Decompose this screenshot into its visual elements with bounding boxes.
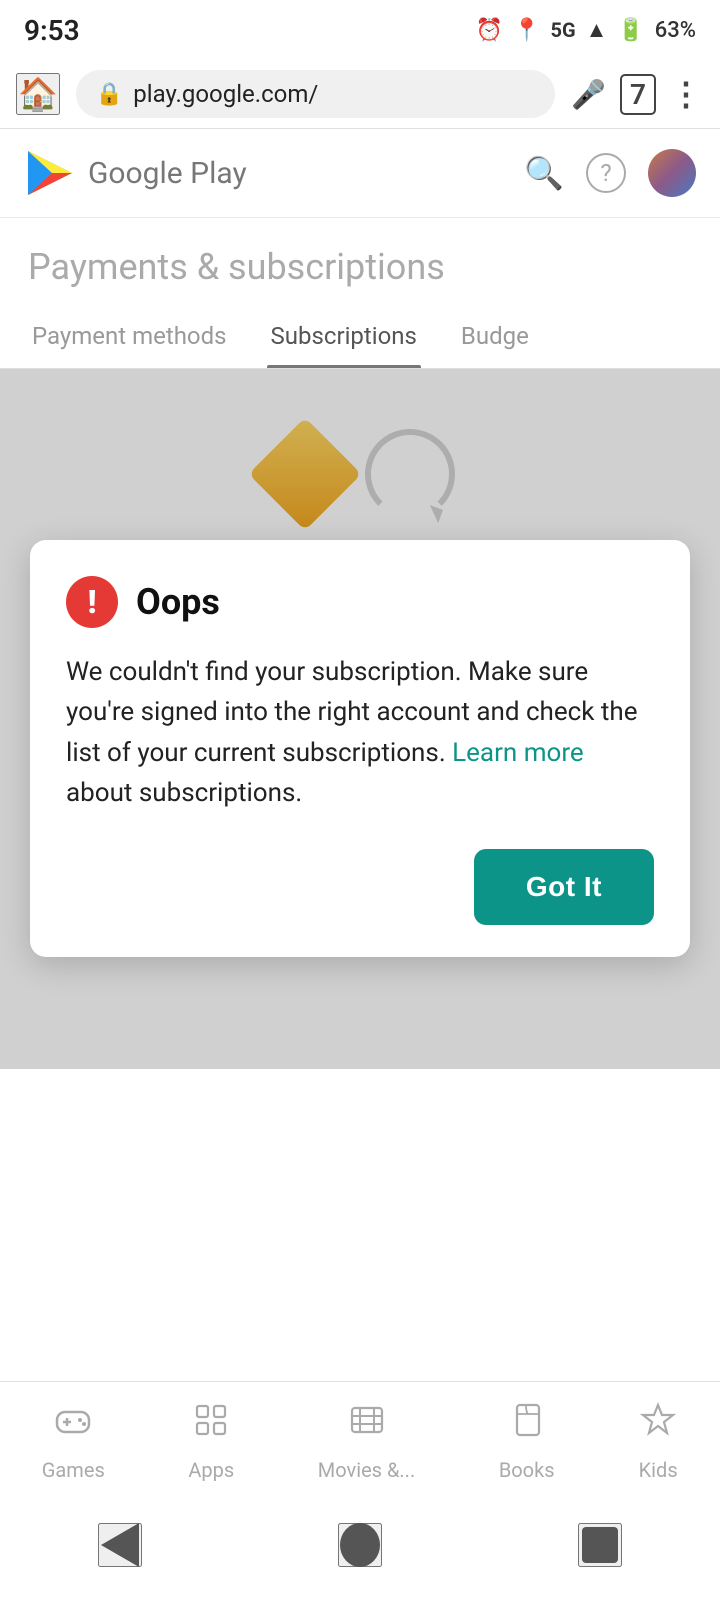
gplay-logo: Google Play	[24, 147, 247, 199]
play-logo-icon	[24, 147, 76, 199]
battery-text: 63%	[655, 18, 696, 43]
recents-icon	[582, 1527, 618, 1563]
nav-label-games: Games	[42, 1458, 105, 1482]
avatar[interactable]	[648, 149, 696, 197]
gplay-actions: 🔍 ?	[524, 149, 696, 197]
more-options-icon[interactable]: ⋮	[670, 75, 704, 113]
gplay-name: Google Play	[88, 156, 247, 191]
dialog-title-row: ! Oops	[66, 576, 654, 628]
tab-count-badge[interactable]: 7	[620, 74, 656, 115]
tab-budget[interactable]: Budge	[439, 304, 551, 368]
recents-button[interactable]	[578, 1523, 622, 1567]
lock-icon: 🔒	[96, 82, 123, 107]
nav-label-kids: Kids	[639, 1458, 678, 1482]
back-icon	[101, 1523, 139, 1567]
back-button[interactable]	[98, 1523, 142, 1567]
dialog-title: Oops	[136, 581, 220, 623]
dialog-body: We couldn't find your subscription. Make…	[66, 652, 654, 813]
got-it-button[interactable]: Got It	[474, 849, 654, 925]
signal-icon: ▲	[586, 17, 608, 43]
learn-more-link[interactable]: Learn more	[452, 738, 584, 768]
error-dialog: ! Oops We couldn't find your subscriptio…	[30, 540, 690, 957]
nav-label-books: Books	[499, 1458, 555, 1482]
bottom-nav: Games Apps	[0, 1381, 720, 1500]
network-icon: 5G	[550, 18, 575, 42]
nav-item-games[interactable]: Games	[42, 1400, 105, 1482]
home-button[interactable]	[338, 1523, 382, 1567]
dialog-wrapper: ! Oops We couldn't find your subscriptio…	[0, 540, 720, 957]
error-icon: !	[66, 576, 118, 628]
status-icons: ⏰ 📍 5G ▲ 🔋 63%	[476, 17, 696, 43]
status-time: 9:53	[24, 14, 80, 47]
help-icon[interactable]: ?	[586, 153, 626, 193]
tabs-bar: Payment methods Subscriptions Budge	[0, 304, 720, 369]
exclamation-icon: !	[88, 586, 97, 618]
nav-item-books[interactable]: Books	[499, 1400, 555, 1482]
nav-label-apps: Apps	[188, 1458, 234, 1482]
page-title-section: Payments & subscriptions	[0, 218, 720, 288]
dialog-body-text2: about subscriptions.	[66, 778, 302, 808]
page-container: 9:53 ⏰ 📍 5G ▲ 🔋 63% 🏠 🔒 play.google.com/…	[0, 0, 720, 1600]
system-nav	[0, 1500, 720, 1600]
url-text: play.google.com/	[133, 80, 535, 108]
battery-icon: 🔋	[617, 18, 644, 43]
kids-icon	[638, 1400, 678, 1450]
gplay-header: Google Play 🔍 ?	[0, 129, 720, 218]
browser-bar: 🏠 🔒 play.google.com/ 🎤 7 ⋮	[0, 60, 720, 129]
browser-actions: 🎤 7 ⋮	[571, 74, 704, 115]
search-icon[interactable]: 🔍	[524, 154, 564, 192]
tab-subscriptions[interactable]: Subscriptions	[249, 304, 439, 368]
games-icon	[53, 1400, 93, 1450]
home-icon	[340, 1523, 380, 1567]
dialog-footer: Got It	[66, 849, 654, 925]
apps-icon	[191, 1400, 231, 1450]
nav-item-kids[interactable]: Kids	[638, 1400, 678, 1482]
microphone-icon[interactable]: 🎤	[571, 78, 606, 111]
alarm-icon: ⏰	[476, 18, 503, 43]
books-icon	[507, 1400, 547, 1450]
url-bar[interactable]: 🔒 play.google.com/	[76, 70, 555, 118]
nav-item-apps[interactable]: Apps	[188, 1400, 234, 1482]
location-icon: 📍	[513, 18, 540, 43]
status-bar: 9:53 ⏰ 📍 5G ▲ 🔋 63%	[0, 0, 720, 60]
tab-payment-methods[interactable]: Payment methods	[10, 304, 249, 368]
nav-label-movies: Movies &...	[318, 1458, 415, 1482]
movies-icon	[347, 1400, 387, 1450]
nav-item-movies[interactable]: Movies &...	[318, 1400, 415, 1482]
page-title: Payments & subscriptions	[28, 246, 692, 288]
browser-home-button[interactable]: 🏠	[16, 73, 60, 115]
